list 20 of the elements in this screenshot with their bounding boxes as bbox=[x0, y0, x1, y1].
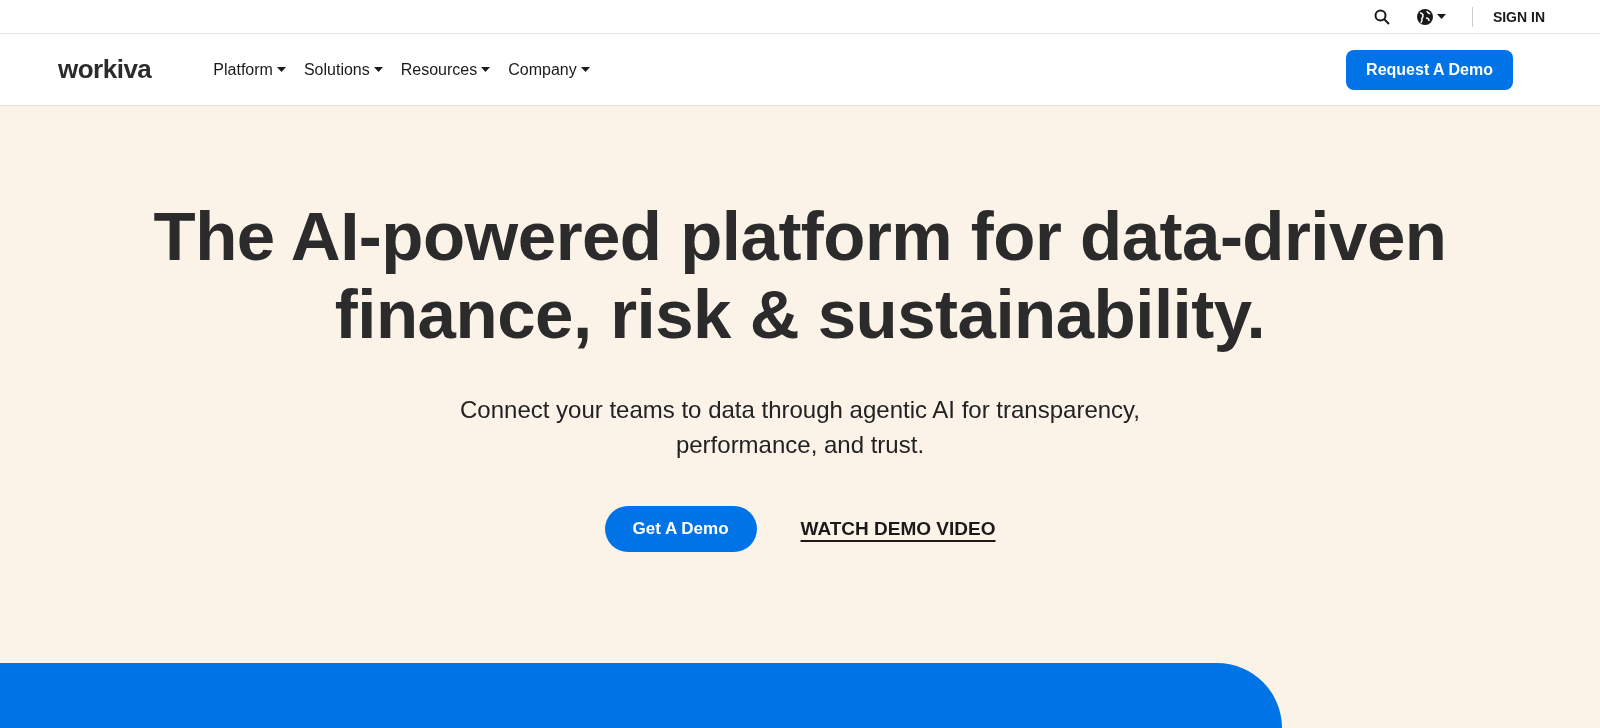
nav-menu-item[interactable]: Company bbox=[508, 60, 590, 79]
caret-icon bbox=[1436, 14, 1446, 19]
workiva-logo[interactable]: workiva bbox=[58, 54, 152, 85]
caret-icon bbox=[580, 67, 590, 72]
caret-icon bbox=[373, 67, 383, 72]
nav-menu-item[interactable]: Platform bbox=[213, 60, 286, 79]
hero-headline: The AI-powered platform for data-driven finance, risk & sustainability. bbox=[153, 198, 1447, 354]
hero-subtitle: Connect your teams to data through agentic AI for transparency, performance, and trust. bbox=[460, 395, 1140, 460]
globe-icon bbox=[1415, 7, 1434, 26]
nav-menu-item[interactable]: Resources bbox=[400, 60, 491, 79]
caret-icon bbox=[481, 67, 491, 72]
request-demo-button[interactable]: Request A Demo bbox=[1346, 49, 1513, 90]
watch-demo-video-link[interactable]: WATCH DEMO VIDEO bbox=[800, 518, 996, 540]
search-icon bbox=[1373, 8, 1390, 25]
nav-menu-item[interactable]: Solutions bbox=[303, 60, 383, 79]
caret-icon bbox=[276, 67, 286, 72]
search-button[interactable] bbox=[1373, 8, 1390, 25]
language-button[interactable] bbox=[1415, 7, 1446, 26]
sign-in-link[interactable]: SIGN IN bbox=[1492, 8, 1545, 25]
get-demo-button[interactable]: Get A Demo bbox=[604, 506, 757, 552]
